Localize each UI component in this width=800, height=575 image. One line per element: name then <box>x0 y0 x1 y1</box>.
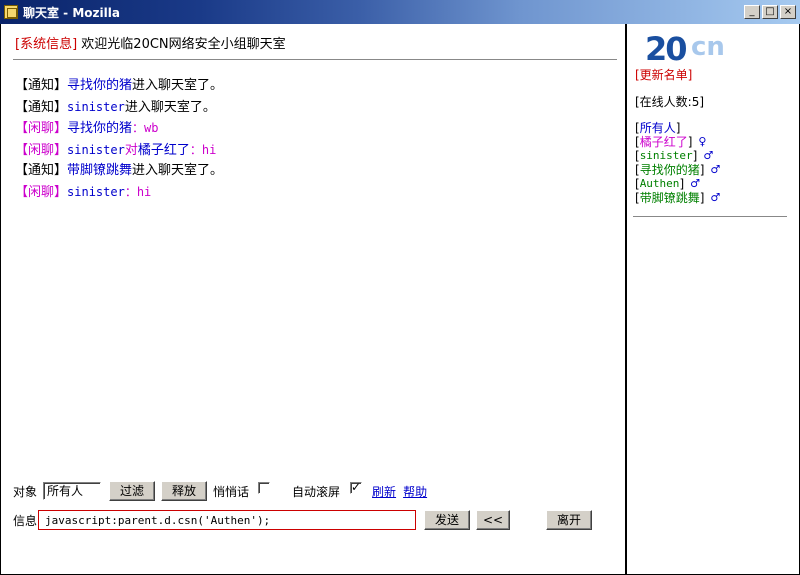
message-user[interactable]: sinister <box>67 100 125 114</box>
message-user[interactable]: 带脚镣跳舞 <box>67 163 132 178</box>
message-user[interactable]: 寻找你的猪 <box>67 78 132 93</box>
update-list-link[interactable]: [更新名单] <box>635 66 692 83</box>
release-button[interactable]: 释放 <box>161 481 208 501</box>
message-connector: 对 <box>124 142 138 158</box>
message-tag: 【通知】 <box>15 99 68 115</box>
divider-line <box>13 59 617 60</box>
message-input-value: javascript:parent.d.csn('Authen'); <box>45 513 271 527</box>
filter-button[interactable]: 过滤 <box>109 481 156 501</box>
back-button[interactable]: << <box>476 510 511 530</box>
system-text: 欢迎光临20CN网络安全小组聊天室 <box>81 37 286 52</box>
message-tag: 【通知】 <box>15 78 68 93</box>
female-icon: ♀ <box>698 135 707 148</box>
autoscroll-checkbox[interactable] <box>350 480 363 494</box>
user-pane: 20 cn [更新名单] [在线人数:5] [所有人] [橘子红了] ♀ [sin… <box>627 24 800 575</box>
message-text: ：wb <box>132 121 159 135</box>
message-input[interactable]: javascript:parent.d.csn('Authen'); <box>38 510 417 530</box>
user-item[interactable]: [寻找你的猪] ♂ <box>635 163 720 177</box>
message-tag: 【闲聊】 <box>15 142 68 158</box>
message-list: 【通知】寻找你的猪进入聊天室了。 【通知】sinister进入聊天室了。 【闲聊… <box>15 76 223 203</box>
minimize-button[interactable]: _ <box>744 5 760 19</box>
user-item[interactable]: [橘子红了] ♀ <box>635 135 720 149</box>
leave-button[interactable]: 离开 <box>546 510 593 530</box>
user-item[interactable]: [sinister] ♂ <box>635 149 720 163</box>
maximize-button[interactable]: □ <box>762 5 778 19</box>
user-name[interactable]: 带脚镣跳舞 <box>640 191 700 205</box>
user-item[interactable]: [Authen] ♂ <box>635 177 720 191</box>
help-link[interactable]: 帮助 <box>403 483 427 500</box>
user-name[interactable]: 寻找你的猪 <box>640 163 700 177</box>
chat-pane: [系统信息] 欢迎光临20CN网络安全小组聊天室 【通知】寻找你的猪进入聊天室了… <box>0 24 625 575</box>
message-row: 【通知】带脚镣跳舞进入聊天室了。 <box>15 161 223 182</box>
message-row: 【通知】sinister进入聊天室了。 <box>15 97 223 119</box>
message-row: 【通知】寻找你的猪进入聊天室了。 <box>15 76 223 97</box>
system-message: [系统信息] 欢迎光临20CN网络安全小组聊天室 <box>15 33 286 52</box>
message-text: 进入聊天室了。 <box>132 78 224 93</box>
user-name[interactable]: Authen <box>640 177 680 191</box>
control-row-target: 对象 所有人 过滤 释放 悄悄话 自动滚屏 刷新 帮助 <box>13 480 427 502</box>
message-user[interactable]: sinister <box>67 143 125 157</box>
online-count: [在线人数:5] <box>635 95 705 109</box>
user-name[interactable]: sinister <box>640 149 693 163</box>
user-item[interactable]: [带脚镣跳舞] ♂ <box>635 191 720 205</box>
message-tag: 【闲聊】 <box>15 121 68 136</box>
message-text: ：hi <box>124 184 152 199</box>
message-recipient[interactable]: 橘子红了 <box>138 143 190 158</box>
control-row-message: 信息 javascript:parent.d.csn('Authen'); 发送… <box>13 509 593 531</box>
message-row: 【闲聊】sinister：hi <box>15 182 223 204</box>
system-tag: [系统信息] <box>15 37 78 52</box>
target-input[interactable]: 所有人 <box>43 482 102 500</box>
send-button[interactable]: 发送 <box>424 510 471 530</box>
user-item[interactable]: [所有人] <box>635 121 720 135</box>
message-text: ：hi <box>189 142 217 157</box>
close-button[interactable]: × <box>780 5 796 19</box>
title-bar: 聊天室 - Mozilla _ □ × <box>0 0 800 24</box>
message-text: 进入聊天室了。 <box>124 99 216 115</box>
message-user[interactable]: sinister <box>67 185 125 199</box>
target-label: 对象 <box>13 484 38 499</box>
message-tag: 【通知】 <box>15 163 68 178</box>
whisper-label: 悄悄话 <box>213 484 250 499</box>
message-label: 信息 <box>13 513 38 528</box>
male-icon: ♂ <box>690 177 700 190</box>
male-icon: ♂ <box>703 149 714 162</box>
message-tag: 【闲聊】 <box>15 184 68 200</box>
message-text: 进入聊天室了。 <box>132 163 224 178</box>
site-logo: 20 cn <box>645 30 725 68</box>
male-icon: ♂ <box>710 191 721 204</box>
window-title: 聊天室 - Mozilla <box>23 5 120 20</box>
user-list: [所有人] [橘子红了] ♀ [sinister] ♂ [寻找你的猪] ♂ [Auth… <box>635 121 720 205</box>
user-name[interactable]: 橘子红了 <box>640 135 688 149</box>
message-row: 【闲聊】sinister对橘子红了：hi <box>15 140 223 162</box>
app-icon <box>4 5 18 19</box>
male-icon: ♂ <box>710 163 721 176</box>
divider-line <box>633 216 787 217</box>
refresh-link[interactable]: 刷新 <box>372 483 396 500</box>
user-name[interactable]: 所有人 <box>640 121 676 135</box>
message-user[interactable]: 寻找你的猪 <box>67 121 132 136</box>
autoscroll-label: 自动滚屏 <box>292 484 341 499</box>
message-row: 【闲聊】寻找你的猪：wb <box>15 118 223 140</box>
whisper-checkbox[interactable] <box>258 482 271 494</box>
